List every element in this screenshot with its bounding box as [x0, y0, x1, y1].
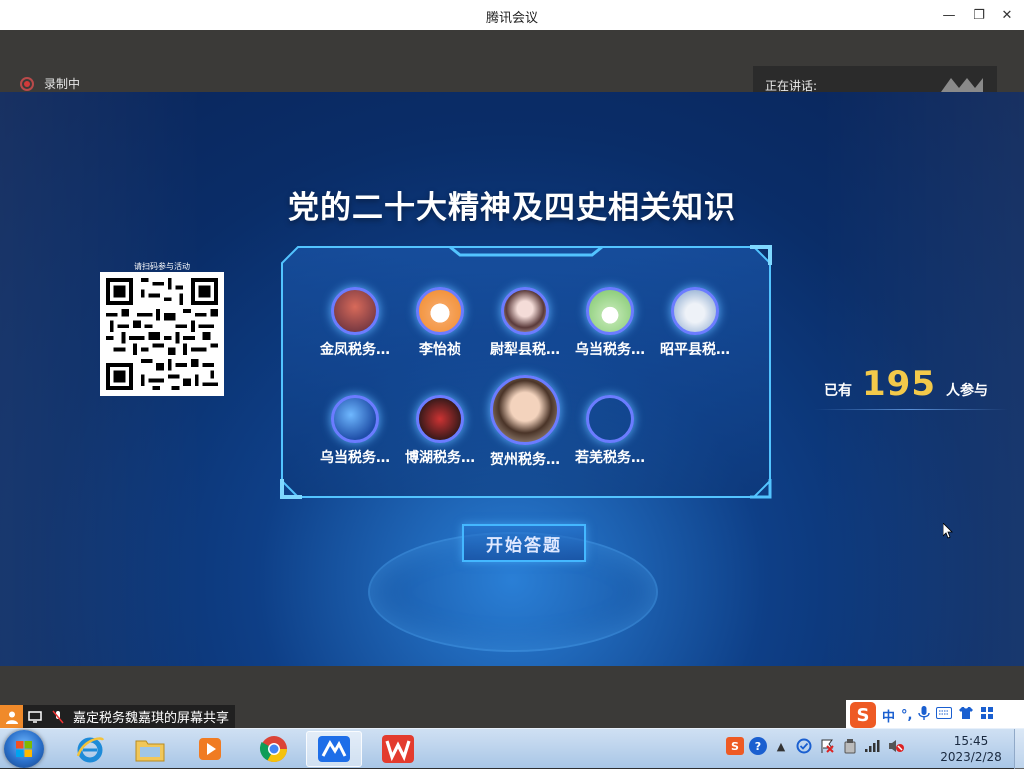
participant-8: 贺州税务… [480, 375, 570, 469]
qr-label: 请扫码参与活动 [134, 262, 190, 271]
count-suffix: 人参与 [945, 383, 988, 399]
window-titlebar: 腾讯会议 — ❐ ✕ [0, 0, 1024, 30]
help-icon[interactable]: ? [749, 737, 767, 755]
ime-mic-icon[interactable] [918, 705, 931, 725]
network-icon[interactable] [864, 737, 882, 755]
media-player-icon[interactable] [182, 731, 238, 767]
avatar [586, 287, 634, 335]
tencent-meeting-logo-icon [941, 78, 983, 92]
tray-expand-icon[interactable]: ▲ [772, 737, 790, 755]
participant-2: 李怡祯 [395, 287, 485, 359]
participant-name: 乌当税务… [320, 450, 390, 466]
ime-menu-icon[interactable] [980, 706, 994, 724]
start-button[interactable] [4, 730, 44, 768]
avatar [331, 395, 379, 443]
mic-muted-icon [46, 705, 69, 728]
minimize-icon[interactable]: — [938, 4, 960, 26]
internet-explorer-icon[interactable] [62, 731, 118, 767]
wps-office-icon[interactable] [370, 731, 426, 767]
participant-name: 博湖税务… [405, 450, 475, 466]
tencent-meeting-icon[interactable] [306, 731, 362, 767]
avatar [490, 375, 560, 445]
screen-share-info[interactable]: 嘉定税务魏嘉琪的屏幕共享 [0, 705, 236, 728]
sogou-tray-icon[interactable]: S [726, 737, 744, 755]
avatar [331, 287, 379, 335]
count-value: 195 [862, 364, 936, 404]
file-explorer-icon[interactable] [122, 731, 178, 767]
ime-keyboard-icon[interactable] [936, 707, 953, 723]
participant-name: 李怡祯 [419, 342, 461, 358]
participant-9: 若羌税务… [565, 395, 655, 467]
ime-punct[interactable]: °, [901, 708, 912, 723]
windows-logo-icon [16, 741, 32, 757]
restore-icon[interactable]: ❐ [968, 4, 990, 26]
qr-code-icon [106, 278, 218, 390]
avatar [671, 287, 719, 335]
participant-7: 博湖税务… [395, 395, 485, 467]
participant-3: 尉犁县税… [480, 287, 570, 359]
clock-date: 2023/2/28 [940, 750, 1002, 764]
participants-panel: 金凤税务… 李怡祯 尉犁县税… 乌当税务… 昭平县税… 乌当税务… 博湖税务… [280, 245, 772, 499]
close-icon[interactable]: ✕ [996, 4, 1018, 26]
participant-name: 昭平县税… [660, 342, 730, 358]
participant-name: 若羌税务… [575, 450, 645, 466]
participant-name: 尉犁县税… [490, 342, 560, 358]
mouse-cursor-icon [943, 523, 953, 539]
avatar [501, 287, 549, 335]
participant-name: 乌当税务… [575, 342, 645, 358]
security-icon[interactable] [795, 737, 813, 755]
participant-6: 乌当税务… [310, 395, 400, 467]
system-tray: S ? ▲ [726, 737, 905, 755]
chrome-icon[interactable] [246, 731, 302, 767]
screen-share-icon [23, 705, 46, 728]
record-icon [20, 76, 34, 91]
clock-time: 15:45 [953, 734, 989, 748]
count-prefix: 已有 [824, 383, 852, 399]
recording-label: 录制中 [44, 77, 81, 91]
ime-toolbar[interactable]: S 中 °, [846, 700, 1024, 730]
volume-muted-icon[interactable] [887, 737, 905, 755]
window-title: 腾讯会议 [485, 11, 538, 26]
quiz-title: 党的二十大精神及四史相关知识 [288, 190, 736, 226]
participant-5: 昭平县税… [650, 287, 740, 359]
speaking-label: 正在讲话: [765, 79, 818, 93]
participant-4: 乌当税务… [565, 287, 655, 359]
avatar [586, 395, 634, 443]
participant-count: 已有 195 人参与 [814, 364, 1008, 410]
qr-code [100, 272, 224, 396]
share-text: 嘉定税务魏嘉琪的屏幕共享 [73, 711, 230, 726]
show-desktop-button[interactable] [1014, 729, 1024, 769]
participant-1: 金凤税务… [310, 287, 400, 359]
participant-name: 贺州税务… [490, 452, 560, 468]
recording-indicator[interactable]: 录制中 [20, 75, 80, 92]
taskbar-clock[interactable]: 15:45 2023/2/28 [930, 733, 1012, 765]
shared-screen: 党的二十大精神及四史相关知识 请扫码参与活动 金凤税务… 李怡祯 尉犁县税… 乌… [0, 92, 1024, 666]
start-quiz-button[interactable]: 开始答题 [462, 524, 586, 562]
sogou-ime-icon[interactable]: S [850, 702, 876, 728]
user-icon [0, 705, 23, 728]
participant-name: 金凤税务… [320, 342, 390, 358]
windows-taskbar: S ? ▲ 15:45 2023/2/28 [0, 728, 1024, 769]
ime-mode[interactable]: 中 [882, 706, 895, 725]
action-center-icon[interactable] [818, 737, 836, 755]
usb-device-icon[interactable] [841, 737, 859, 755]
avatar [416, 395, 464, 443]
ime-skin-icon[interactable] [958, 706, 974, 724]
avatar [416, 287, 464, 335]
